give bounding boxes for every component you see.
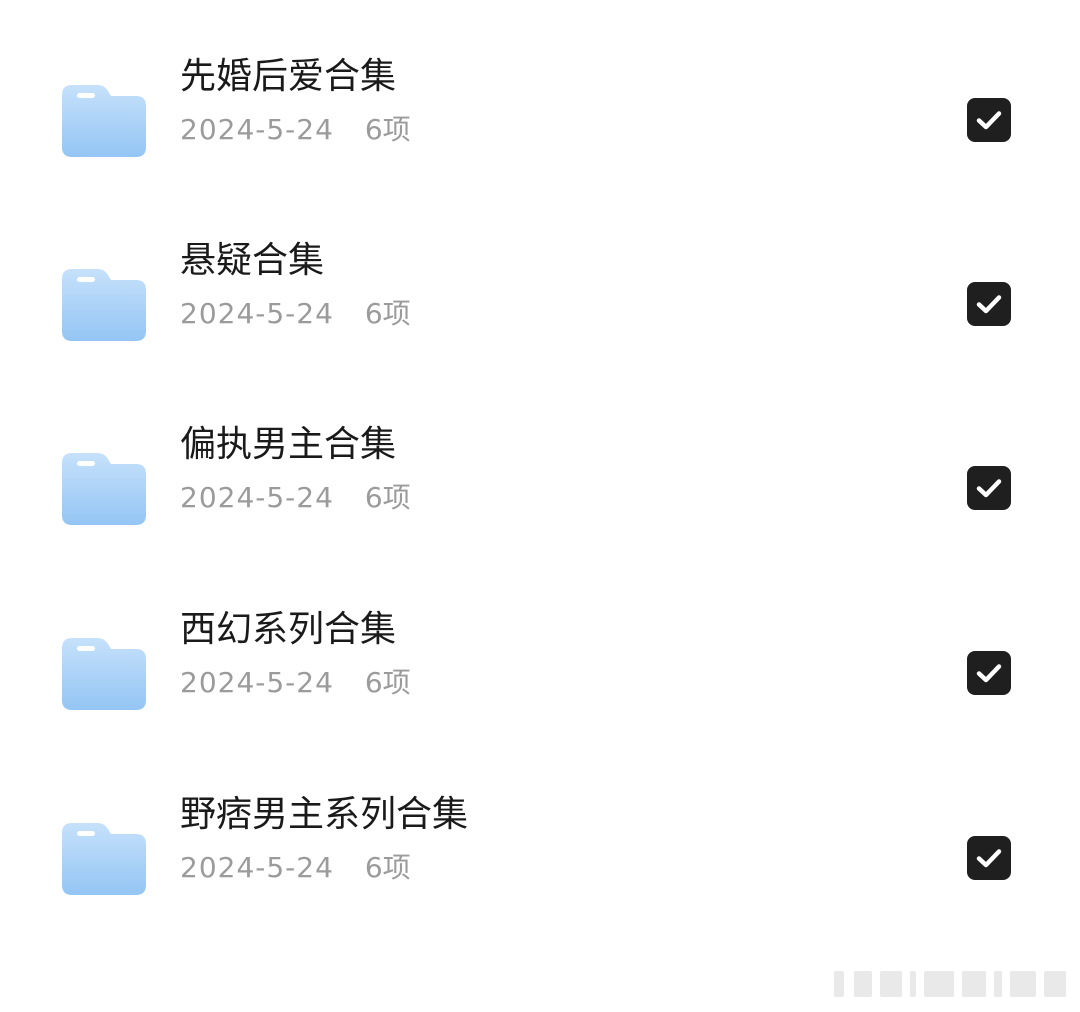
folder-icon	[62, 638, 146, 710]
folder-name: 野痞男主系列合集	[180, 794, 469, 835]
folder-icon	[62, 269, 146, 341]
folder-row[interactable]: 先婚后爱合集 2024-5-24 6项	[0, 55, 1080, 205]
folder-item-count: 6项	[364, 481, 411, 514]
checkmark-icon	[976, 479, 1002, 498]
checkmark-icon	[976, 111, 1002, 130]
folder-date: 2024-5-24	[180, 481, 334, 514]
folder-meta: 2024-5-24 6项	[180, 297, 411, 331]
folder-icon	[62, 453, 146, 525]
checkmark-icon	[976, 664, 1002, 683]
folder-date: 2024-5-24	[180, 113, 334, 146]
folder-name: 西幻系列合集	[180, 609, 397, 650]
folder-item-count: 6项	[364, 666, 411, 699]
folder-date: 2024-5-24	[180, 851, 334, 884]
folder-item-count: 6项	[364, 297, 411, 330]
folder-date: 2024-5-24	[180, 666, 334, 699]
folder-row[interactable]: 偏执男主合集 2024-5-24 6项	[0, 423, 1080, 573]
folder-meta: 2024-5-24 6项	[180, 851, 411, 885]
checkmark-icon	[976, 849, 1002, 868]
folder-list: 先婚后爱合集 2024-5-24 6项 悬疑合集 2024-5-24 6项 偏执…	[0, 0, 1080, 1012]
select-checkbox[interactable]	[967, 282, 1011, 326]
checkmark-icon	[976, 295, 1002, 314]
folder-row[interactable]: 野痞男主系列合集 2024-5-24 6项	[0, 793, 1080, 943]
folder-meta: 2024-5-24 6项	[180, 481, 411, 515]
select-checkbox[interactable]	[967, 98, 1011, 142]
folder-row[interactable]: 西幻系列合集 2024-5-24 6项	[0, 608, 1080, 758]
folder-name: 先婚后爱合集	[180, 56, 397, 97]
folder-item-count: 6项	[364, 851, 411, 884]
folder-meta: 2024-5-24 6项	[180, 113, 411, 147]
folder-item-count: 6项	[364, 113, 411, 146]
folder-date: 2024-5-24	[180, 297, 334, 330]
folder-icon	[62, 85, 146, 157]
folder-icon	[62, 823, 146, 895]
select-checkbox[interactable]	[967, 836, 1011, 880]
folder-meta: 2024-5-24 6项	[180, 666, 411, 700]
select-checkbox[interactable]	[967, 651, 1011, 695]
select-checkbox[interactable]	[967, 466, 1011, 510]
folder-name: 悬疑合集	[180, 240, 325, 281]
folder-name: 偏执男主合集	[180, 424, 397, 465]
folder-row[interactable]: 悬疑合集 2024-5-24 6项	[0, 239, 1080, 389]
watermark	[834, 968, 1068, 1000]
